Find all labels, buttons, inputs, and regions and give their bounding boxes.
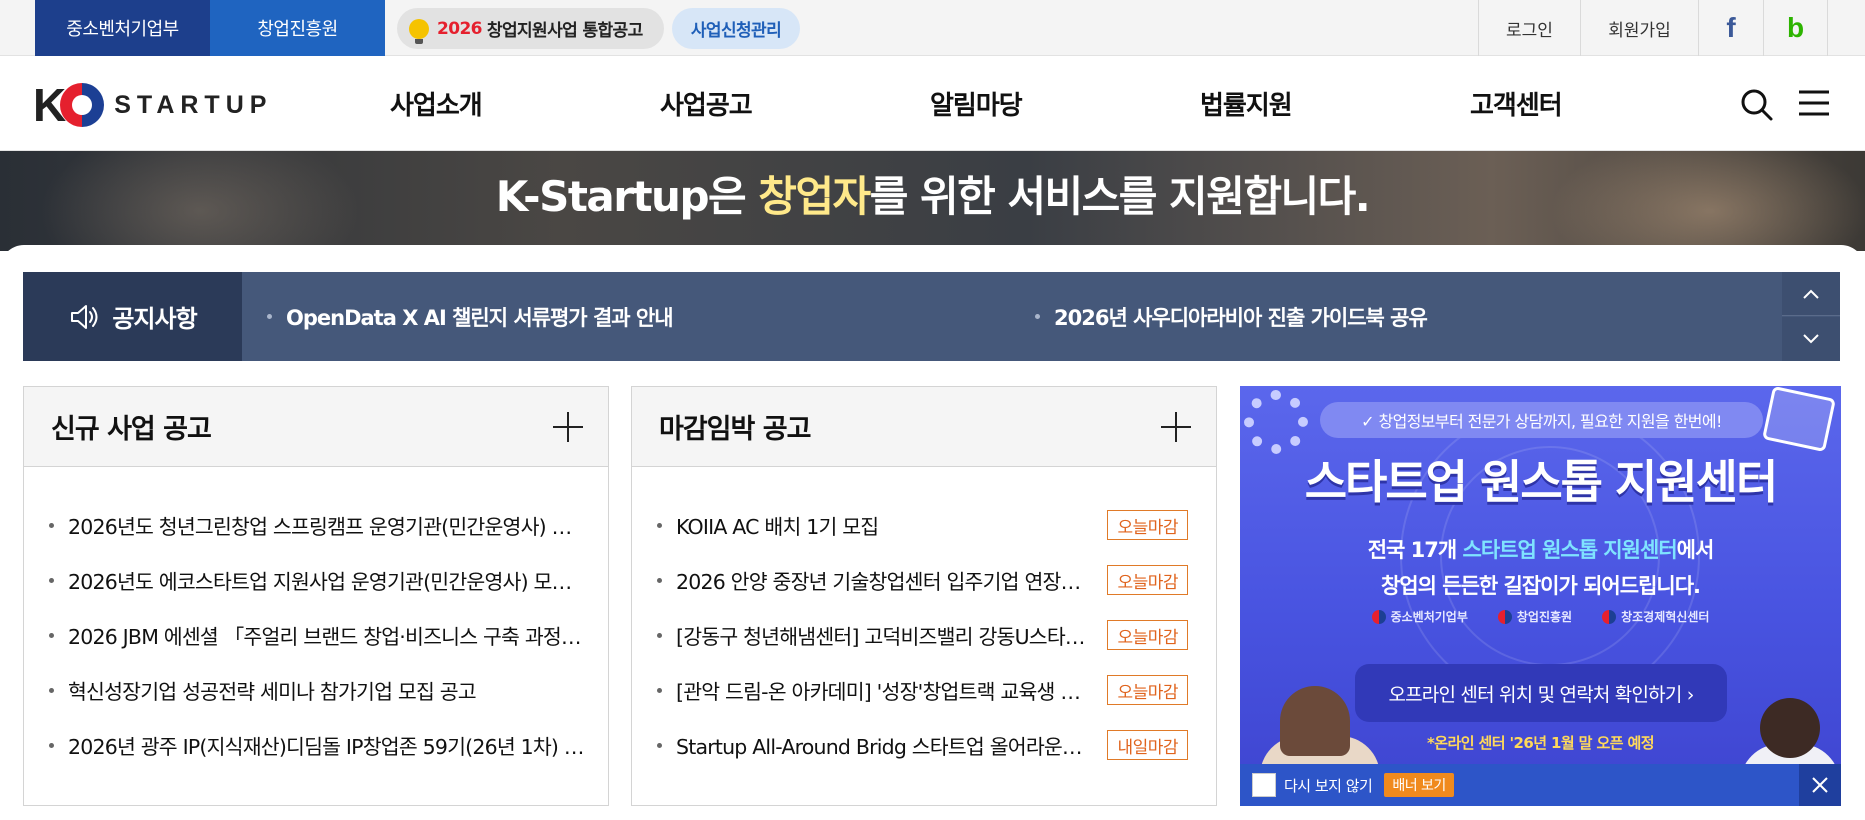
- banner-description: 창업의 든든한 길잡이가 되어드립니다.: [1380, 574, 1701, 598]
- board-title: 마감임박 공고: [659, 414, 811, 445]
- list-item[interactable]: 2026 JBM 에센셜 「주얼리 브랜드 창업·비즈니스 구축 과정」 모집: [24, 607, 608, 662]
- deadline-badge: 오늘마감: [1107, 675, 1188, 705]
- menu-legal-support[interactable]: 법률지원: [1200, 56, 1293, 151]
- list-item[interactable]: [관악 드림-온 아카데미] '성장'창업트랙 교육생 모집 오늘마감: [632, 662, 1216, 717]
- logo-text: STARTUP: [114, 90, 273, 119]
- deadline-badge: 내일마감: [1107, 730, 1188, 760]
- notice-label: 창업지원사업 통합공고: [486, 21, 643, 41]
- plus-icon[interactable]: [1160, 411, 1192, 443]
- list-item[interactable]: 2026년도 청년그린창업 스프링캠프 운영기관(민간운영사) 모집 공고: [24, 497, 608, 552]
- taeguk-icon: [1371, 609, 1386, 624]
- main-navigation: K STARTUP 사업소개 사업공고 알림마당 법률지원 고객센터: [0, 56, 1865, 151]
- lightbulb-icon: [409, 18, 429, 44]
- list-item[interactable]: 2026년 광주 IP(지식재산)디딤돌 IP창업존 59기(26년 1차) 모…: [24, 717, 608, 772]
- list-item[interactable]: KOIIA AC 배치 1기 모집 오늘마감: [632, 497, 1216, 552]
- hamburger-menu-icon[interactable]: [1797, 88, 1831, 118]
- plus-icon[interactable]: [552, 411, 584, 443]
- deadline-announcements-board: 마감임박 공고 KOIIA AC 배치 1기 모집 오늘마감 2026 안양 중장…: [631, 386, 1217, 806]
- top-utility-bar: 중소벤처기업부 창업진흥원 2026 창업지원사업 통합공고 사업신청관리 로그…: [0, 0, 1865, 56]
- notice-item[interactable]: 2026년 사우디아라비아 진출 가이드북 공유: [1035, 272, 1428, 361]
- gear-icon: [1244, 390, 1308, 454]
- blog-link[interactable]: b: [1763, 0, 1828, 56]
- hero-banner: K-Startup은 창업자를 위한 서비스를 지원합니다.: [0, 151, 1865, 251]
- board-header: 마감임박 공고: [632, 387, 1216, 467]
- folder-icon: [1762, 386, 1836, 453]
- signup-link[interactable]: 회원가입: [1580, 0, 1698, 56]
- deadline-list: KOIIA AC 배치 1기 모집 오늘마감 2026 안양 중장년 기술창업센터…: [632, 467, 1216, 772]
- kstartup-logo[interactable]: K STARTUP: [33, 78, 272, 132]
- logo-taeguk-icon: [60, 83, 105, 127]
- deadline-badge: 오늘마감: [1107, 620, 1188, 650]
- mss-link[interactable]: 중소벤처기업부: [35, 0, 210, 56]
- list-item[interactable]: [강동구 청년해냄센터] 고덕비즈밸리 강동U스타트업 모집오늘마감: [632, 607, 1216, 662]
- notice-item[interactable]: OpenData X AI 챌린지 서류평가 결과 안내: [267, 272, 674, 361]
- notice-next-button[interactable]: [1782, 317, 1840, 361]
- menu-customer-center[interactable]: 고객센터: [1470, 56, 1563, 151]
- banner-note: *온라인 센터 '26년 1월 말 오픈 예정: [1427, 734, 1654, 752]
- list-item[interactable]: 혁신성장기업 성공전략 세미나 참가기업 모집 공고: [24, 662, 608, 717]
- list-item[interactable]: 2026 안양 중장년 기술창업센터 입주기업 연장 모집 오늘마감: [632, 552, 1216, 607]
- notice-prev-button[interactable]: [1782, 272, 1840, 316]
- banner-footer: 다시 보지 않기 배너 보기: [1240, 764, 1841, 806]
- partner-logo: 창조경제혁신센터: [1602, 608, 1709, 625]
- menu-business-intro[interactable]: 사업소개: [390, 56, 483, 151]
- center-location-button[interactable]: 오프라인 센터 위치 및 연락처 확인하기 ›: [1355, 664, 1727, 722]
- menu-business-announcement[interactable]: 사업공고: [660, 56, 753, 151]
- announcement-list: 2026년도 청년그린창업 스프링캠프 운영기관(민간운영사) 모집 공고 20…: [24, 467, 608, 772]
- notice-ticker: 공지사항 OpenData X AI 챌린지 서류평가 결과 안내 2026년 …: [23, 272, 1840, 361]
- partner-logo: 창업진흥원: [1497, 608, 1572, 625]
- naver-blog-icon: b: [1786, 12, 1805, 43]
- dont-show-label[interactable]: 다시 보지 않기: [1284, 775, 1373, 796]
- onestop-center-banner[interactable]: ✓ 창업정보부터 전문가 상담까지, 필요한 지원을 한번에! 스타트업 원스톱…: [1240, 386, 1841, 806]
- deadline-badge: 오늘마감: [1107, 565, 1188, 595]
- speaker-icon: [71, 304, 98, 329]
- notice-year: 2026: [437, 18, 483, 39]
- menu-notices[interactable]: 알림마당: [930, 56, 1023, 151]
- notice-label[interactable]: 공지사항: [23, 272, 242, 361]
- application-management-button[interactable]: 사업신청관리: [672, 8, 800, 49]
- banner-title: 스타트업 원스톱 지원센터: [1304, 455, 1779, 509]
- view-banner-button[interactable]: 배너 보기: [1384, 773, 1454, 797]
- banner-tagline: ✓ 창업정보부터 전문가 상담까지, 필요한 지원을 한번에!: [1320, 402, 1763, 438]
- chevron-down-icon: [1803, 334, 1819, 344]
- chevron-up-icon: [1803, 289, 1819, 299]
- partner-logo: 중소벤처기업부: [1371, 608, 1468, 625]
- dont-show-checkbox[interactable]: [1252, 773, 1276, 797]
- taeguk-icon: [1602, 609, 1617, 624]
- facebook-link[interactable]: f: [1698, 0, 1763, 56]
- board-header: 신규 사업 공고: [24, 387, 608, 467]
- login-link[interactable]: 로그인: [1478, 0, 1580, 56]
- deadline-badge: 오늘마감: [1107, 510, 1188, 540]
- hero-title: K-Startup은 창업자를 위한 서비스를 지원합니다.: [495, 172, 1371, 221]
- taeguk-icon: [1497, 609, 1512, 624]
- board-title: 신규 사업 공고: [51, 414, 212, 445]
- banner-description: 전국 17개 스타트업 원스톱 지원센터에서: [1367, 538, 1715, 562]
- facebook-icon: f: [1726, 12, 1736, 43]
- partner-logos: 중소벤처기업부 창업진흥원 창조경제혁신센터: [1240, 608, 1841, 625]
- close-icon: [1812, 777, 1828, 793]
- list-item[interactable]: 2026년도 에코스타트업 지원사업 운영기관(민간운영사) 모집 공고: [24, 552, 608, 607]
- search-icon[interactable]: [1740, 88, 1774, 122]
- list-item[interactable]: Startup All-Around Bridg 스타트업 올어라운드 브릿지내…: [632, 717, 1216, 772]
- close-banner-button[interactable]: [1799, 764, 1841, 806]
- kised-link[interactable]: 창업진흥원: [210, 0, 385, 56]
- new-announcements-board: 신규 사업 공고 2026년도 청년그린창업 스프링캠프 운영기관(민간운영사)…: [23, 386, 609, 806]
- integrated-notice-button[interactable]: 2026 창업지원사업 통합공고: [397, 8, 664, 49]
